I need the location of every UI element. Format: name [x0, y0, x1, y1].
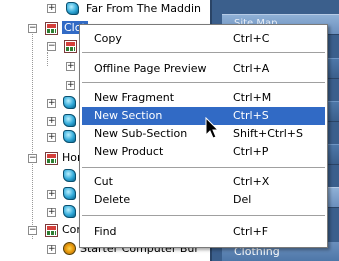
expand-icon[interactable]: +: [47, 245, 56, 254]
tree-node-child[interactable]: +: [0, 57, 90, 75]
object-icon: [63, 130, 76, 143]
tree-node-computers[interactable]: − Com: [0, 221, 90, 239]
expand-icon[interactable]: +: [47, 117, 56, 126]
menu-item-cut[interactable]: Cut Ctrl+X: [82, 173, 325, 191]
menu-item-copy[interactable]: Copy Ctrl+C: [82, 30, 325, 48]
section-icon: [64, 40, 77, 53]
menu-item-shortcut: Ctrl+M: [233, 91, 272, 104]
section-icon: [45, 152, 58, 165]
tree-node-child[interactable]: +: [0, 185, 90, 203]
menu-item-new-fragment[interactable]: New Fragment Ctrl+M: [82, 89, 325, 107]
menu-item-shortcut: Shift+Ctrl+S: [233, 127, 303, 140]
object-icon: [66, 2, 79, 15]
menu-item-label: Copy: [94, 32, 122, 45]
menu-item-shortcut: Del: [233, 193, 252, 206]
menu-item-new-product[interactable]: New Product Ctrl+P: [82, 143, 325, 161]
object-icon: [63, 96, 76, 109]
tree-node-home[interactable]: − Hom: [0, 149, 90, 167]
menu-item-label: Find: [94, 225, 117, 238]
section-icon: [45, 224, 58, 237]
object-icon: [63, 169, 76, 182]
tree-node-child[interactable]: +: [0, 94, 90, 112]
menu-item-label: New Sub-Section: [94, 127, 188, 140]
menu-item-label: Delete: [94, 193, 131, 206]
menu-separator: [82, 215, 325, 217]
menu-item-label: New Fragment: [94, 91, 175, 104]
menu-item-label: Cut: [94, 175, 113, 188]
collapse-icon[interactable]: −: [28, 24, 37, 33]
menu-item-find[interactable]: Find Ctrl+F: [82, 223, 325, 241]
tree-node-clothing[interactable]: − Clot: [0, 19, 90, 37]
tree-node-child[interactable]: +: [0, 76, 90, 94]
tree-node-child[interactable]: +: [0, 128, 90, 146]
expand-icon[interactable]: +: [66, 81, 75, 90]
tree-node-child[interactable]: −: [0, 37, 90, 55]
menu-item-shortcut: Ctrl+A: [233, 62, 270, 75]
object-icon: [63, 187, 76, 200]
menu-item-shortcut: Ctrl+P: [233, 145, 269, 158]
bundle-icon: [63, 242, 76, 255]
menu-item-new-sub-section[interactable]: New Sub-Section Shift+Ctrl+S: [82, 125, 325, 143]
mouse-pointer-icon: [205, 117, 220, 139]
menu-item-label: New Section: [94, 109, 163, 122]
collapse-icon[interactable]: −: [47, 42, 56, 51]
expand-icon[interactable]: +: [47, 133, 56, 142]
expand-icon[interactable]: +: [47, 208, 56, 217]
collapse-icon[interactable]: −: [28, 226, 37, 235]
expand-icon[interactable]: +: [47, 99, 56, 108]
expand-icon[interactable]: +: [47, 4, 56, 13]
collapse-icon[interactable]: −: [28, 154, 37, 163]
tree-node-far-from-the-maddin[interactable]: + Far From The Maddin: [0, 0, 210, 18]
menu-item-label: Offline Page Preview: [94, 62, 207, 75]
menu-item-new-section[interactable]: New Section Ctrl+S: [82, 107, 325, 125]
context-menu: Copy Ctrl+C Offline Page Preview Ctrl+A …: [79, 24, 328, 248]
expand-icon[interactable]: +: [66, 62, 75, 71]
expand-icon[interactable]: +: [47, 190, 56, 199]
menu-separator: [82, 52, 325, 54]
menu-separator: [82, 82, 325, 84]
menu-separator: [82, 167, 325, 169]
tree-node-child[interactable]: +: [0, 203, 90, 221]
menu-item-shortcut: Ctrl+C: [233, 32, 270, 45]
menu-item-offline-page-preview[interactable]: Offline Page Preview Ctrl+A: [82, 60, 325, 78]
menu-item-shortcut: Ctrl+X: [233, 175, 270, 188]
section-icon: [45, 22, 58, 35]
menu-item-shortcut: Ctrl+S: [233, 109, 269, 122]
tree-node-label: Far From The Maddin: [86, 2, 202, 15]
menu-item-delete[interactable]: Delete Del: [82, 191, 325, 209]
menu-item-shortcut: Ctrl+F: [233, 225, 269, 238]
tree-node-child[interactable]: [0, 167, 90, 185]
menu-item-label: New Product: [94, 145, 164, 158]
object-icon: [63, 205, 76, 218]
object-icon: [63, 114, 76, 127]
